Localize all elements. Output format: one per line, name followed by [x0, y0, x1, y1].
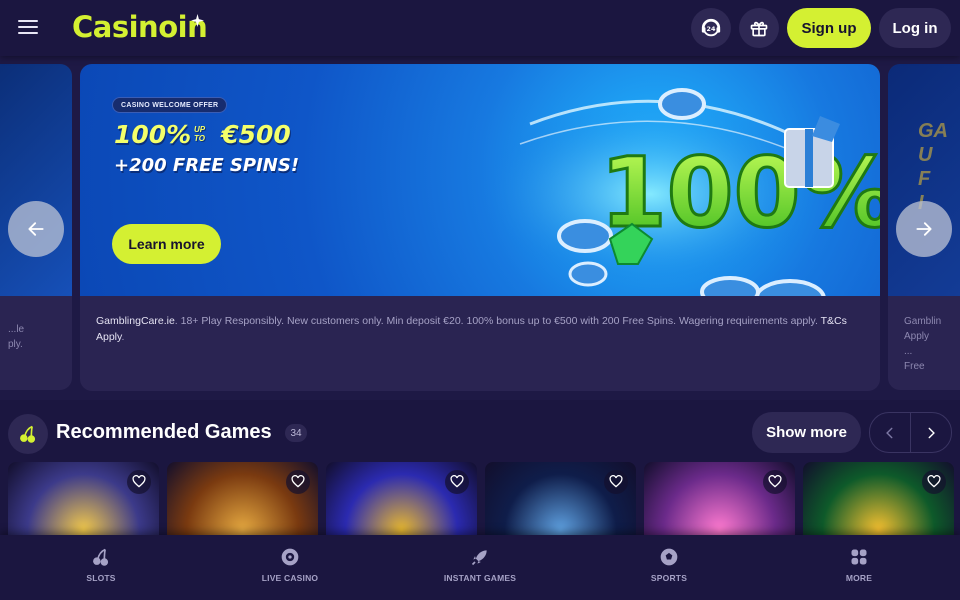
zeus-game[interactable] [8, 462, 159, 542]
chevron-right-icon [928, 427, 935, 438]
nav-label: SPORTS [650, 573, 688, 583]
logo-text: Casinoin [72, 10, 208, 44]
terms-apply-text[interactable]: Apply [96, 331, 122, 343]
favorite-heart-icon[interactable] [763, 470, 787, 494]
gift-icon[interactable] [739, 8, 779, 48]
games-pager [869, 412, 952, 453]
offer-badge: CASINO WELCOME OFFER [112, 97, 228, 113]
princess-game[interactable] [644, 462, 795, 542]
favorite-heart-icon[interactable] [286, 470, 310, 494]
gambling-care-link[interactable]: GamblingCare.ie [96, 315, 175, 327]
jar-game[interactable] [485, 462, 636, 542]
arrow-left-icon [28, 222, 44, 236]
games-next-button[interactable] [910, 413, 951, 452]
grid-icon [851, 549, 867, 565]
favorite-heart-icon[interactable] [127, 470, 151, 494]
promo-banner: CASINO WELCOME OFFER 100% €500 UP TO +200… [80, 64, 880, 296]
cherry-icon [93, 548, 109, 566]
chevron-left-icon [886, 427, 893, 438]
headline-spins: +200 FREE SPINS! [114, 155, 300, 176]
favorite-heart-icon[interactable] [445, 470, 469, 494]
recommended-games-header: Recommended Games 34 Show more [0, 408, 960, 456]
learn-more-button[interactable]: Learn more [112, 224, 221, 264]
log-in-button[interactable]: Log in [879, 8, 951, 48]
arrow-right-icon [916, 222, 932, 236]
top-bar: Casinoin 24 Sign up Log in [0, 0, 960, 56]
nav-slots[interactable]: SLOTS [51, 547, 151, 589]
rocket-icon [471, 550, 487, 566]
nav-instant-games[interactable]: INSTANT GAMES [430, 547, 530, 589]
favorite-heart-icon[interactable] [922, 470, 946, 494]
carousel-next-button[interactable] [896, 201, 952, 257]
nav-more[interactable]: MORE [809, 547, 909, 589]
peek-text: ...le ply. [8, 324, 25, 350]
hamburger-icon[interactable] [18, 20, 38, 36]
support-24-icon[interactable]: 24 [691, 8, 731, 48]
svg-text:24: 24 [707, 25, 716, 33]
nav-label: MORE [845, 573, 873, 583]
joker-game[interactable] [326, 462, 477, 542]
games-prev-button[interactable] [870, 413, 910, 452]
terms-link[interactable]: T&Cs [821, 315, 847, 327]
favorite-heart-icon[interactable] [604, 470, 628, 494]
peek-text: Gamblin Apply... Free [904, 316, 942, 372]
legal-disclaimer: GamblingCare.ie. 18+ Play Responsibly. N… [96, 315, 847, 343]
promo-carousel: ...leply. GAUFI GamblinApply...Free CASI… [0, 56, 960, 400]
nav-label: INSTANT GAMES [443, 573, 517, 583]
bonus-graphic: 100% [480, 88, 880, 296]
sign-up-button[interactable]: Sign up [787, 8, 871, 48]
pot-of-gold-game[interactable] [803, 462, 954, 542]
show-more-button[interactable]: Show more [752, 412, 861, 453]
promo-slide: CASINO WELCOME OFFER 100% €500 UP TO +200… [80, 64, 880, 391]
nav-label: SLOTS [86, 573, 116, 583]
book-adventurer-game[interactable] [167, 462, 318, 542]
logo-spark-icon [191, 14, 204, 27]
logo[interactable]: Casinoin [72, 10, 208, 44]
headline-up-to: UP TO [194, 125, 205, 143]
bottom-navigation: SLOTS LIVE CASINO INSTANT GAMES SPORTS M… [0, 535, 960, 600]
section-title: Recommended Games [56, 421, 272, 443]
nav-label: LIVE CASINO [261, 573, 319, 583]
nav-sports[interactable]: SPORTS [619, 547, 719, 589]
carousel-prev-button[interactable] [8, 201, 64, 257]
cherry-icon [8, 414, 48, 454]
nav-live-casino[interactable]: LIVE CASINO [240, 547, 340, 589]
roulette-icon [281, 548, 299, 566]
football-icon [660, 548, 678, 566]
games-count-badge: 34 [285, 424, 307, 442]
